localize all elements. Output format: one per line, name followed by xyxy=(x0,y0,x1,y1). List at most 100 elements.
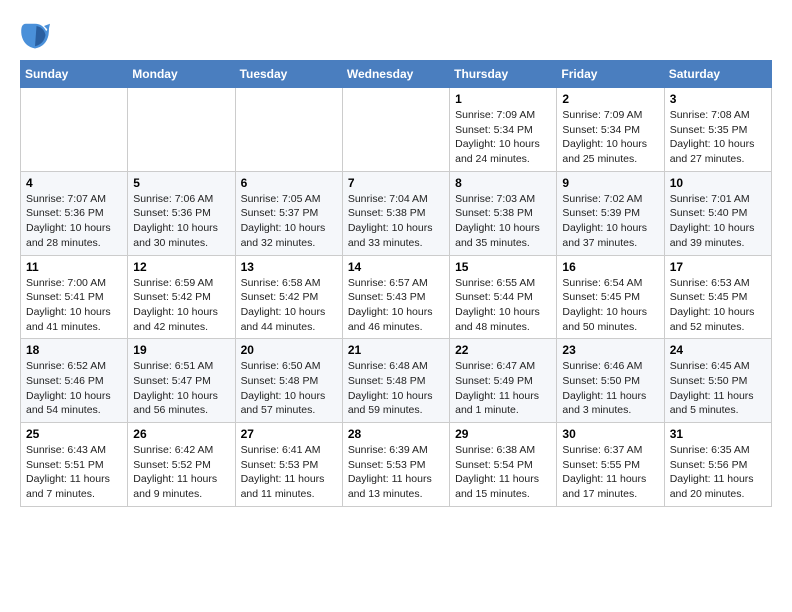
day-info: Sunrise: 7:00 AM Sunset: 5:41 PM Dayligh… xyxy=(26,276,122,335)
calendar-cell: 2 Sunrise: 7:09 AM Sunset: 5:34 PM Daylig… xyxy=(557,88,664,172)
day-number: 7 xyxy=(348,176,444,190)
day-number: 20 xyxy=(241,343,337,357)
calendar-cell: 17 Sunrise: 6:53 AM Sunset: 5:45 PM Dayli… xyxy=(664,255,771,339)
week-row-2: 4 Sunrise: 7:07 AM Sunset: 5:36 PM Daylig… xyxy=(21,171,772,255)
calendar-cell: 25 Sunrise: 6:43 AM Sunset: 5:51 PM Dayli… xyxy=(21,423,128,507)
day-info: Sunrise: 6:43 AM Sunset: 5:51 PM Dayligh… xyxy=(26,443,122,502)
day-info: Sunrise: 6:47 AM Sunset: 5:49 PM Dayligh… xyxy=(455,359,551,418)
day-info: Sunrise: 6:48 AM Sunset: 5:48 PM Dayligh… xyxy=(348,359,444,418)
day-info: Sunrise: 7:06 AM Sunset: 5:36 PM Dayligh… xyxy=(133,192,229,251)
day-number: 5 xyxy=(133,176,229,190)
day-info: Sunrise: 7:09 AM Sunset: 5:34 PM Dayligh… xyxy=(455,108,551,167)
header-sunday: Sunday xyxy=(21,61,128,88)
day-number: 1 xyxy=(455,92,551,106)
day-number: 9 xyxy=(562,176,658,190)
day-number: 29 xyxy=(455,427,551,441)
calendar-cell: 15 Sunrise: 6:55 AM Sunset: 5:44 PM Dayli… xyxy=(450,255,557,339)
day-number: 21 xyxy=(348,343,444,357)
calendar-cell: 29 Sunrise: 6:38 AM Sunset: 5:54 PM Dayli… xyxy=(450,423,557,507)
day-info: Sunrise: 6:58 AM Sunset: 5:42 PM Dayligh… xyxy=(241,276,337,335)
calendar-cell: 31Sunrise: 6:35 AM Sunset: 5:56 PM Dayli… xyxy=(664,423,771,507)
logo-icon xyxy=(20,20,50,50)
calendar-cell: 3 Sunrise: 7:08 AM Sunset: 5:35 PM Daylig… xyxy=(664,88,771,172)
day-info: Sunrise: 6:55 AM Sunset: 5:44 PM Dayligh… xyxy=(455,276,551,335)
day-info: Sunrise: 6:41 AM Sunset: 5:53 PM Dayligh… xyxy=(241,443,337,502)
week-row-1: 1 Sunrise: 7:09 AM Sunset: 5:34 PM Daylig… xyxy=(21,88,772,172)
day-number: 3 xyxy=(670,92,766,106)
day-info: Sunrise: 7:08 AM Sunset: 5:35 PM Dayligh… xyxy=(670,108,766,167)
day-number: 2 xyxy=(562,92,658,106)
day-info: Sunrise: 6:57 AM Sunset: 5:43 PM Dayligh… xyxy=(348,276,444,335)
week-row-3: 11 Sunrise: 7:00 AM Sunset: 5:41 PM Dayli… xyxy=(21,255,772,339)
calendar-table: SundayMondayTuesdayWednesdayThursdayFrid… xyxy=(20,60,772,507)
day-info: Sunrise: 6:37 AM Sunset: 5:55 PM Dayligh… xyxy=(562,443,658,502)
day-number: 27 xyxy=(241,427,337,441)
day-number: 18 xyxy=(26,343,122,357)
day-info: Sunrise: 6:46 AM Sunset: 5:50 PM Dayligh… xyxy=(562,359,658,418)
day-info: Sunrise: 6:53 AM Sunset: 5:45 PM Dayligh… xyxy=(670,276,766,335)
day-info: Sunrise: 7:05 AM Sunset: 5:37 PM Dayligh… xyxy=(241,192,337,251)
day-number: 4 xyxy=(26,176,122,190)
day-info: Sunrise: 7:09 AM Sunset: 5:34 PM Dayligh… xyxy=(562,108,658,167)
day-info: Sunrise: 6:51 AM Sunset: 5:47 PM Dayligh… xyxy=(133,359,229,418)
calendar-cell xyxy=(342,88,449,172)
calendar-cell: 8 Sunrise: 7:03 AM Sunset: 5:38 PM Daylig… xyxy=(450,171,557,255)
day-number: 22 xyxy=(455,343,551,357)
day-number: 25 xyxy=(26,427,122,441)
calendar-cell: 14 Sunrise: 6:57 AM Sunset: 5:43 PM Dayli… xyxy=(342,255,449,339)
calendar-cell: 13 Sunrise: 6:58 AM Sunset: 5:42 PM Dayli… xyxy=(235,255,342,339)
header-monday: Monday xyxy=(128,61,235,88)
header-friday: Friday xyxy=(557,61,664,88)
day-info: Sunrise: 6:45 AM Sunset: 5:50 PM Dayligh… xyxy=(670,359,766,418)
day-number: 19 xyxy=(133,343,229,357)
day-info: Sunrise: 7:01 AM Sunset: 5:40 PM Dayligh… xyxy=(670,192,766,251)
day-info: Sunrise: 6:50 AM Sunset: 5:48 PM Dayligh… xyxy=(241,359,337,418)
calendar-cell xyxy=(235,88,342,172)
calendar-cell: 12Sunrise: 6:59 AM Sunset: 5:42 PM Dayli… xyxy=(128,255,235,339)
calendar-cell xyxy=(128,88,235,172)
day-number: 23 xyxy=(562,343,658,357)
header-thursday: Thursday xyxy=(450,61,557,88)
day-number: 8 xyxy=(455,176,551,190)
day-number: 10 xyxy=(670,176,766,190)
calendar-cell: 6Sunrise: 7:05 AM Sunset: 5:37 PM Daylig… xyxy=(235,171,342,255)
day-info: Sunrise: 6:59 AM Sunset: 5:42 PM Dayligh… xyxy=(133,276,229,335)
week-row-5: 25 Sunrise: 6:43 AM Sunset: 5:51 PM Dayli… xyxy=(21,423,772,507)
calendar-cell: 5 Sunrise: 7:06 AM Sunset: 5:36 PM Daylig… xyxy=(128,171,235,255)
day-number: 17 xyxy=(670,260,766,274)
day-info: Sunrise: 6:42 AM Sunset: 5:52 PM Dayligh… xyxy=(133,443,229,502)
calendar-cell: 7Sunrise: 7:04 AM Sunset: 5:38 PM Daylig… xyxy=(342,171,449,255)
calendar-cell: 11 Sunrise: 7:00 AM Sunset: 5:41 PM Dayli… xyxy=(21,255,128,339)
day-info: Sunrise: 7:03 AM Sunset: 5:38 PM Dayligh… xyxy=(455,192,551,251)
calendar-cell: 24 Sunrise: 6:45 AM Sunset: 5:50 PM Dayli… xyxy=(664,339,771,423)
day-number: 16 xyxy=(562,260,658,274)
day-info: Sunrise: 6:52 AM Sunset: 5:46 PM Dayligh… xyxy=(26,359,122,418)
day-info: Sunrise: 6:39 AM Sunset: 5:53 PM Dayligh… xyxy=(348,443,444,502)
day-number: 15 xyxy=(455,260,551,274)
calendar-cell: 21 Sunrise: 6:48 AM Sunset: 5:48 PM Dayli… xyxy=(342,339,449,423)
calendar-cell: 20 Sunrise: 6:50 AM Sunset: 5:48 PM Dayli… xyxy=(235,339,342,423)
calendar-cell: 22 Sunrise: 6:47 AM Sunset: 5:49 PM Dayli… xyxy=(450,339,557,423)
day-number: 13 xyxy=(241,260,337,274)
calendar-header-row: SundayMondayTuesdayWednesdayThursdayFrid… xyxy=(21,61,772,88)
day-number: 31 xyxy=(670,427,766,441)
day-info: Sunrise: 7:02 AM Sunset: 5:39 PM Dayligh… xyxy=(562,192,658,251)
header-saturday: Saturday xyxy=(664,61,771,88)
calendar-cell: 28 Sunrise: 6:39 AM Sunset: 5:53 PM Dayli… xyxy=(342,423,449,507)
day-number: 30 xyxy=(562,427,658,441)
day-number: 11 xyxy=(26,260,122,274)
logo xyxy=(20,20,54,50)
calendar-cell: 27 Sunrise: 6:41 AM Sunset: 5:53 PM Dayli… xyxy=(235,423,342,507)
calendar-cell: 26 Sunrise: 6:42 AM Sunset: 5:52 PM Dayli… xyxy=(128,423,235,507)
calendar-cell: 16 Sunrise: 6:54 AM Sunset: 5:45 PM Dayli… xyxy=(557,255,664,339)
day-info: Sunrise: 6:38 AM Sunset: 5:54 PM Dayligh… xyxy=(455,443,551,502)
day-number: 14 xyxy=(348,260,444,274)
day-number: 24 xyxy=(670,343,766,357)
day-number: 28 xyxy=(348,427,444,441)
calendar-cell: 19 Sunrise: 6:51 AM Sunset: 5:47 PM Dayli… xyxy=(128,339,235,423)
calendar-cell: 9 Sunrise: 7:02 AM Sunset: 5:39 PM Daylig… xyxy=(557,171,664,255)
day-info: Sunrise: 7:07 AM Sunset: 5:36 PM Dayligh… xyxy=(26,192,122,251)
day-number: 26 xyxy=(133,427,229,441)
calendar-cell: 1 Sunrise: 7:09 AM Sunset: 5:34 PM Daylig… xyxy=(450,88,557,172)
day-info: Sunrise: 6:54 AM Sunset: 5:45 PM Dayligh… xyxy=(562,276,658,335)
